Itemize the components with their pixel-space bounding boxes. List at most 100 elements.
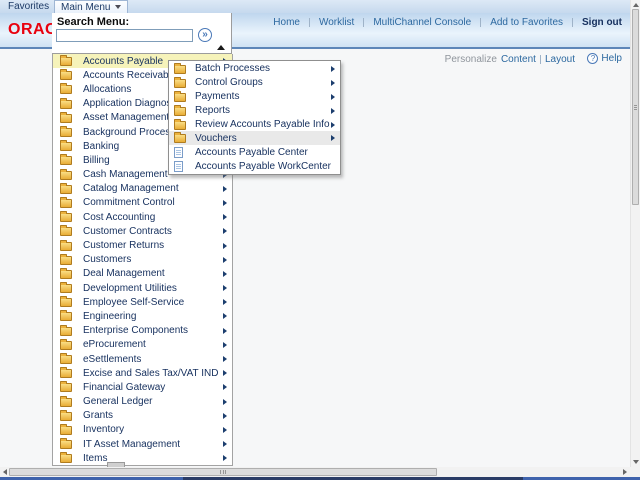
menu-tab-bar: Favorites Main Menu xyxy=(0,0,630,13)
menu-item[interactable]: Customer Returns xyxy=(53,238,232,252)
folder-icon xyxy=(60,282,72,294)
folder-icon xyxy=(174,118,186,130)
submenu-arrow-icon xyxy=(223,327,227,334)
menu-item-label: Cost Accounting xyxy=(83,211,156,223)
submenu-item[interactable]: Payments xyxy=(169,90,340,104)
personalize-bar: Personalize Content Layout xyxy=(445,54,575,65)
folder-icon xyxy=(60,83,72,95)
accounts-payable-submenu: Batch Processes Control Groups Payments … xyxy=(168,60,341,175)
nav-worklist-link[interactable]: Worklist xyxy=(319,17,354,28)
help-link[interactable]: ? Help xyxy=(587,53,622,64)
menu-item[interactable]: Items xyxy=(53,451,232,465)
submenu-arrow-icon xyxy=(223,398,227,405)
scroll-right-button[interactable] xyxy=(620,467,629,477)
menu-item-label: Customers xyxy=(83,254,132,266)
menu-item[interactable]: Financial Gateway xyxy=(53,380,232,394)
submenu-item-label: Control Groups xyxy=(195,77,263,89)
submenu-item[interactable]: Vouchers xyxy=(169,131,340,146)
submenu-item[interactable]: Control Groups xyxy=(169,76,340,90)
folder-icon xyxy=(60,55,72,67)
folder-icon xyxy=(60,140,72,152)
menu-item-label: Employee Self-Service xyxy=(83,296,185,308)
menu-item[interactable]: Commitment Control xyxy=(53,196,232,210)
menu-item[interactable]: eProcurement xyxy=(53,338,232,352)
scroll-left-button[interactable] xyxy=(0,467,9,477)
submenu-item[interactable]: Reports xyxy=(169,104,340,118)
submenu-arrow-icon xyxy=(223,356,227,363)
submenu-item[interactable]: Review Accounts Payable Info xyxy=(169,118,340,132)
menu-item-label: Cash Management xyxy=(83,169,168,181)
menu-item-label: Accounts Payable xyxy=(83,55,164,67)
nav-home-link[interactable]: Home xyxy=(273,17,300,28)
menu-item[interactable]: Employee Self-Service xyxy=(53,295,232,309)
menu-item[interactable]: Grants xyxy=(53,409,232,423)
menu-item[interactable]: Deal Management xyxy=(53,267,232,281)
submenu-item-label: Accounts Payable WorkCenter xyxy=(195,160,331,172)
menu-item-label: Catalog Management xyxy=(83,183,179,195)
menu-item-label: eSettlements xyxy=(83,353,142,365)
main-menu-tab-label: Main Menu xyxy=(61,1,111,13)
submenu-arrow-icon xyxy=(223,384,227,391)
menu-item[interactable]: Customer Contracts xyxy=(53,224,232,238)
menu-item[interactable]: General Ledger xyxy=(53,395,232,409)
menu-item[interactable]: Customers xyxy=(53,253,232,267)
collapse-menu-arrow-icon[interactable] xyxy=(217,45,225,50)
submenu-item[interactable]: Accounts Payable WorkCenter xyxy=(169,159,340,173)
main-menu-tab[interactable]: Main Menu xyxy=(54,0,129,13)
submenu-arrow-icon xyxy=(223,441,227,448)
folder-icon xyxy=(60,353,72,365)
triangle-left-icon xyxy=(2,469,7,475)
folder-icon xyxy=(60,69,72,81)
nav-multichannel-console-link[interactable]: MultiChannel Console xyxy=(373,17,471,28)
personalize-label: Personalize xyxy=(444,54,497,65)
submenu-arrow-icon xyxy=(223,313,227,320)
folder-icon xyxy=(60,111,72,123)
horizontal-scrollbar-thumb[interactable] xyxy=(9,468,437,476)
nav-add-to-favorites-link[interactable]: Add to Favorites xyxy=(490,17,563,28)
scroll-down-button[interactable] xyxy=(631,457,640,466)
submenu-arrow-icon xyxy=(331,135,335,142)
submenu-arrow-icon xyxy=(331,93,335,100)
help-label: Help xyxy=(601,53,622,64)
submenu-item-label: Review Accounts Payable Info xyxy=(195,119,330,130)
menu-item-label: Financial Gateway xyxy=(83,381,166,393)
search-go-button[interactable]: » xyxy=(198,28,212,42)
submenu-item-label: Reports xyxy=(195,105,231,117)
menu-item[interactable]: Inventory xyxy=(53,423,232,437)
submenu-arrow-icon xyxy=(331,65,335,72)
submenu-item[interactable]: Accounts Payable Center xyxy=(169,145,340,159)
submenu-arrow-icon xyxy=(331,121,335,128)
nav-separator xyxy=(363,18,365,27)
menu-item[interactable]: Engineering xyxy=(53,309,232,323)
submenu-arrow-icon xyxy=(331,79,335,86)
sign-out-link[interactable]: Sign out xyxy=(582,17,622,28)
menu-item[interactable]: Development Utilities xyxy=(53,281,232,295)
personalize-content-link[interactable]: Content xyxy=(501,54,536,65)
personalize-separator xyxy=(539,55,541,64)
submenu-arrow-icon xyxy=(223,341,227,348)
menu-item[interactable]: Enterprise Components xyxy=(53,324,232,338)
favorites-tab-label: Favorites xyxy=(8,1,50,12)
menu-item-label: Banking xyxy=(83,140,120,152)
menu-item[interactable]: IT Asset Management xyxy=(53,437,232,451)
menu-item-label: Excise and Sales Tax/VAT IND xyxy=(83,367,219,379)
menu-item[interactable]: Cost Accounting xyxy=(53,210,232,224)
scroll-up-button[interactable] xyxy=(631,0,640,9)
menu-item[interactable]: Excise and Sales Tax/VAT IND xyxy=(53,366,232,380)
submenu-item[interactable]: Batch Processes xyxy=(169,62,340,76)
folder-icon xyxy=(174,104,186,116)
submenu-arrow-icon xyxy=(223,426,227,433)
folder-icon xyxy=(60,324,72,336)
vertical-scrollbar-thumb[interactable] xyxy=(632,9,639,205)
search-input[interactable] xyxy=(56,29,193,42)
personalize-layout-link[interactable]: Layout xyxy=(545,54,575,65)
folder-icon xyxy=(174,90,186,102)
search-menu-label: Search Menu: xyxy=(57,16,130,28)
menu-item[interactable]: Catalog Management xyxy=(53,182,232,196)
help-icon: ? xyxy=(587,53,599,64)
horizontal-scrollbar[interactable] xyxy=(0,467,630,477)
vertical-scrollbar[interactable] xyxy=(630,0,640,467)
submenu-arrow-icon xyxy=(223,285,227,292)
folder-icon xyxy=(60,310,72,322)
menu-item[interactable]: eSettlements xyxy=(53,352,232,366)
